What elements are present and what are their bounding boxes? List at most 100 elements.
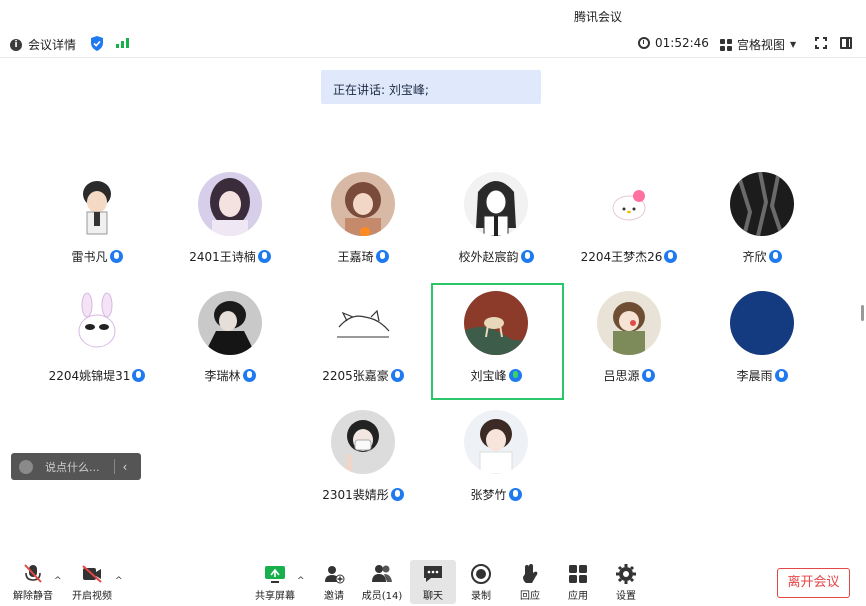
divider: [113, 459, 115, 474]
participant-name: 李瑞林: [204, 369, 241, 383]
share-screen-label: 共享屏幕: [255, 591, 295, 602]
participant-name: 张梦竹: [470, 488, 507, 502]
clock-icon: [638, 37, 650, 49]
avatar: [464, 172, 528, 236]
mic-icon: [520, 250, 534, 263]
participant-name: 2401王诗楠: [189, 250, 256, 264]
participant-tile[interactable]: 2301裴婧彤: [298, 410, 428, 520]
mic-icon: [242, 369, 256, 382]
mic-icon: [109, 250, 123, 263]
participant-tile[interactable]: 王嘉琦: [298, 172, 428, 282]
avatar: [597, 172, 661, 236]
chevron-up-icon[interactable]: ^: [54, 576, 62, 586]
meeting-toolbar: i 会议详情 01:52:46 宫格视图 ▼: [0, 30, 866, 58]
emoji-icon[interactable]: [19, 459, 33, 474]
apps-button[interactable]: 应用: [555, 560, 601, 604]
share-screen-button[interactable]: 共享屏幕: [252, 560, 298, 604]
mic-icon: [768, 250, 782, 263]
bottom-control-bar: 解除静音 ^ 开启视频 ^ 共享屏幕 ^ 邀请 成员(14) 聊天 录制 回应 …: [0, 560, 866, 606]
participant-tile[interactable]: 吕思源: [564, 291, 694, 401]
avatar: [65, 172, 129, 236]
signal-icon[interactable]: [116, 37, 129, 48]
mic-icon: [257, 250, 271, 263]
view-mode-label: 宫格视图: [737, 38, 786, 52]
elapsed-time-text: 01:52:46: [655, 36, 709, 50]
mic-muted-icon: [21, 563, 45, 585]
mic-icon: [508, 488, 522, 501]
participant-name: 2204姚锦堤31: [48, 369, 131, 383]
speaking-banner: 正在讲话: 刘宝峰;: [321, 70, 541, 104]
participant-name: 2205张嘉豪: [322, 369, 389, 383]
info-icon: i: [10, 38, 22, 51]
participant-tile[interactable]: 2204姚锦堤31: [32, 291, 162, 401]
avatar: [198, 172, 262, 236]
leave-meeting-button[interactable]: 离开会议: [777, 568, 850, 598]
avatar: [730, 172, 794, 236]
participant-tile[interactable]: 雷书凡: [32, 172, 162, 282]
chevron-left-icon[interactable]: ‹: [123, 460, 128, 474]
participant-tile[interactable]: 2204王梦杰26: [564, 172, 694, 282]
chat-input-bubble[interactable]: 说点什么... ‹: [11, 453, 141, 480]
chat-label: 聊天: [423, 591, 443, 602]
participant-name: 李晨雨: [736, 369, 773, 383]
fullscreen-icon[interactable]: [815, 37, 827, 49]
avatar: [331, 410, 395, 474]
participant-name: 吕思源: [603, 369, 640, 383]
unmute-button[interactable]: 解除静音: [10, 560, 56, 604]
chat-icon: [421, 563, 445, 585]
record-icon: [469, 563, 493, 585]
members-button[interactable]: 成员(14): [359, 560, 405, 604]
avatar: [730, 291, 794, 355]
mic-icon: [774, 369, 788, 382]
participant-name: 齐欣: [742, 250, 767, 264]
participant-tile[interactable]: 李晨雨: [697, 291, 827, 401]
view-mode-dropdown[interactable]: 宫格视图 ▼: [720, 36, 796, 53]
unmute-label: 解除静音: [13, 591, 53, 602]
shield-icon[interactable]: [90, 36, 104, 51]
start-video-button[interactable]: 开启视频: [69, 560, 115, 604]
react-button[interactable]: 回应: [507, 560, 553, 604]
participant-tile[interactable]: 张梦竹: [431, 410, 561, 520]
settings-label: 设置: [616, 591, 636, 602]
start-video-label: 开启视频: [72, 591, 112, 602]
record-label: 录制: [471, 591, 491, 602]
mic-icon: [664, 250, 678, 263]
side-handle[interactable]: [861, 305, 864, 321]
chat-button[interactable]: 聊天: [410, 560, 456, 604]
participant-tile[interactable]: 齐欣: [697, 172, 827, 282]
participant-tile[interactable]: 2401王诗楠: [165, 172, 295, 282]
avatar: [464, 410, 528, 474]
participant-name: 校外赵宸韵: [458, 250, 519, 264]
react-label: 回应: [520, 591, 540, 602]
avatar: [65, 291, 129, 355]
mic-icon: [390, 369, 404, 382]
share-screen-icon: [263, 563, 287, 585]
chevron-up-icon[interactable]: ^: [115, 576, 123, 586]
settings-button[interactable]: 设置: [603, 560, 649, 604]
meeting-info-button[interactable]: i 会议详情: [10, 36, 76, 53]
participant-tile[interactable]: 李瑞林: [165, 291, 295, 401]
add-user-icon: [322, 563, 346, 585]
window-title: 腾讯会议: [573, 10, 622, 24]
elapsed-time: 01:52:46: [638, 36, 709, 50]
chevron-down-icon: ▼: [790, 40, 797, 49]
avatar: [331, 172, 395, 236]
invite-button[interactable]: 邀请: [311, 560, 357, 604]
sidebar-icon[interactable]: [840, 37, 852, 49]
participant-name: 2204王梦杰26: [580, 250, 663, 264]
mic-icon: [132, 369, 146, 382]
hand-icon: [518, 563, 542, 585]
chevron-up-icon[interactable]: ^: [297, 576, 305, 586]
record-button[interactable]: 录制: [458, 560, 504, 604]
participant-tile[interactable]: 校外赵宸韵: [431, 172, 561, 282]
apps-icon: [566, 563, 590, 585]
meeting-info-label: 会议详情: [28, 38, 77, 52]
avatar: [331, 291, 395, 355]
mic-icon: [375, 250, 389, 263]
avatar: [198, 291, 262, 355]
mic-icon: [390, 488, 404, 501]
gear-icon: [614, 563, 638, 585]
chat-placeholder[interactable]: 说点什么...: [45, 459, 100, 475]
apps-label: 应用: [568, 591, 588, 602]
participant-tile[interactable]: 2205张嘉豪: [298, 291, 428, 401]
